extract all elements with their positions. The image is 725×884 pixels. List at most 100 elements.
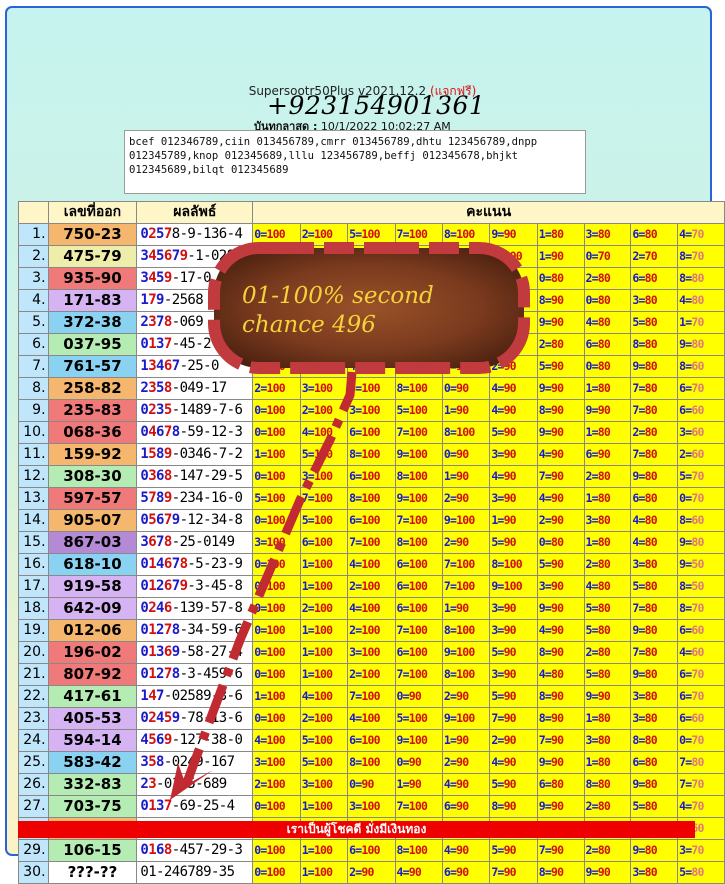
score-cell: 0=100	[252, 223, 301, 246]
score-cell: 6=100	[394, 641, 443, 664]
score-cell: 5=90	[489, 421, 538, 444]
draw-number: 068-36	[47, 421, 138, 444]
score-cell: 9=90	[536, 421, 585, 444]
score-cell: 2=100	[299, 597, 349, 620]
score-cell: 4=90	[489, 399, 538, 422]
score-cell: 8=100	[394, 465, 443, 488]
result-value: 0137-69-25-4	[136, 795, 254, 818]
score-cell: 0=100	[252, 465, 301, 488]
score-cell: 2=100	[347, 619, 396, 642]
table-row: 12. 308-30 0368-147-29-5 0=100 3=100 6=100 8=1…	[18, 465, 725, 488]
score-cell: 8=100	[441, 619, 491, 642]
score-cell: 2=100	[252, 773, 301, 796]
score-cell: 4=100	[299, 245, 349, 268]
row-index: 30.	[18, 861, 49, 884]
score-cell: 1=80	[583, 421, 632, 444]
score-cell: 3=100	[252, 531, 301, 554]
score-cell: 0=100	[252, 575, 301, 598]
score-cell: 4=80	[536, 663, 585, 686]
score-cell: 5=90	[536, 553, 585, 576]
score-cell: 3=100	[252, 267, 301, 290]
score-cell: 3=80	[583, 509, 632, 532]
result-value: 13467-25-0	[136, 355, 254, 378]
table-row: 6. 037-95 0137-45-2 0=100 1=100 3=100 7=100 4=9…	[18, 333, 725, 356]
score-cell: 7=90	[536, 465, 585, 488]
score-cell: 2=80	[630, 421, 679, 444]
score-cell: 6=80	[630, 751, 679, 774]
score-cell: 0=70	[677, 487, 725, 510]
score-cell: 7=100	[394, 421, 443, 444]
score-cell: 5=80	[677, 861, 725, 884]
col-score-header: คะแนน	[252, 201, 725, 224]
score-cell: 0=100	[252, 795, 301, 818]
score-cell: 9=80	[630, 619, 679, 642]
score-cell: 3=60	[677, 421, 725, 444]
score-cell: 0=100	[252, 421, 301, 444]
draw-number: 417-61	[47, 685, 138, 708]
score-cell: 3=90	[489, 663, 538, 686]
score-cell: 0=90	[347, 773, 396, 796]
score-cell: 2=90	[536, 509, 585, 532]
score-cell: 1=90	[536, 245, 585, 268]
score-cell: 8=90	[536, 289, 585, 312]
result-value: 0235-1489-7-6	[136, 399, 254, 422]
score-cell: 7=100	[441, 553, 491, 576]
score-cell: 4=100	[299, 421, 349, 444]
score-cell: 4=100	[347, 355, 396, 378]
result-value: 04678-59-12-3	[136, 421, 254, 444]
score-cell: 5=100	[299, 443, 349, 466]
score-cell: 2=90	[441, 487, 491, 510]
result-value: 0137-45-2	[136, 333, 254, 356]
score-cell: 8=70	[677, 597, 725, 620]
score-cell: 4=90	[441, 839, 491, 862]
table-row: 14. 905-07 05679-12-34-8 0=100 5=100 6=100 7=1…	[18, 509, 725, 532]
table-row: 27. 703-75 0137-69-25-4 0=100 1=100 3=100 7=10…	[18, 795, 725, 818]
score-cell: 6=90	[583, 443, 632, 466]
score-cell: 9=90	[583, 861, 632, 884]
score-cell: 4=100	[299, 267, 349, 290]
score-cell: 8=80	[630, 333, 679, 356]
score-cell: 9=90	[583, 399, 632, 422]
score-cell: 7=100	[347, 685, 396, 708]
score-cell: 1=100	[299, 553, 349, 576]
score-cell: 7=100	[394, 509, 443, 532]
row-index: 7.	[18, 355, 49, 378]
result-value: 0168-457-29-3	[136, 839, 254, 862]
score-cell: 2=90	[441, 685, 491, 708]
score-cell: 4=90	[536, 619, 585, 642]
table-row: 15. 867-03 3678-25-0149 3=100 6=100 7=100 8=10…	[18, 531, 725, 554]
codes-textarea[interactable]: bcef 012346789,ciin 013456789,cmrr 01345…	[124, 130, 586, 194]
score-cell: 8=80	[630, 729, 679, 752]
table-row: 11. 159-92 1589-0346-7-2 1=100 5=100 8=100 9=1…	[18, 443, 725, 466]
table-body: 1. 750-23 02578-9-136-4 0=100 2=100 5=100 7=10…	[18, 223, 725, 884]
score-cell: 8=90	[536, 399, 585, 422]
score-cell: 5=90	[489, 685, 538, 708]
row-index: 15.	[18, 531, 49, 554]
score-cell: 5=80	[630, 575, 679, 598]
results-table: เลขที่ออก ผลลัพธ์ คะแนน 1. 750-23 02578-9-…	[18, 201, 725, 884]
score-cell: 4=100	[347, 597, 396, 620]
score-cell: 3=90	[536, 575, 585, 598]
table-row: 19. 012-06 01278-34-59-6 0=100 1=100 2=100 7=1…	[18, 619, 725, 642]
draw-number: 583-42	[47, 751, 138, 774]
table-row: 23. 405-53 02459-78-13-6 0=100 2=100 4=100 5=1…	[18, 707, 725, 730]
score-cell: 6=100	[394, 575, 443, 598]
result-value: 1589-0346-7-2	[136, 443, 254, 466]
score-cell: 7=100	[394, 795, 443, 818]
score-cell: 2=100	[252, 377, 301, 400]
score-cell: 7=100	[441, 355, 491, 378]
score-cell: 9=80	[630, 663, 679, 686]
score-cell: 8=100	[347, 487, 396, 510]
score-cell: 3=80	[630, 707, 679, 730]
score-cell: 6=90	[489, 311, 538, 334]
score-cell: 8=60	[677, 355, 725, 378]
score-cell: 0=100	[252, 597, 301, 620]
table-row: 25. 583-42 358-0249-167 3=100 5=100 8=100 0=90…	[18, 751, 725, 774]
score-cell: 6=70	[677, 377, 725, 400]
row-index: 26.	[18, 773, 49, 796]
score-cell: 4=60	[677, 641, 725, 664]
score-cell: 7=100	[299, 289, 349, 312]
score-cell: 8=90	[536, 685, 585, 708]
score-cell: 1=80	[583, 487, 632, 510]
result-value: 02459-78-13-6	[136, 707, 254, 730]
